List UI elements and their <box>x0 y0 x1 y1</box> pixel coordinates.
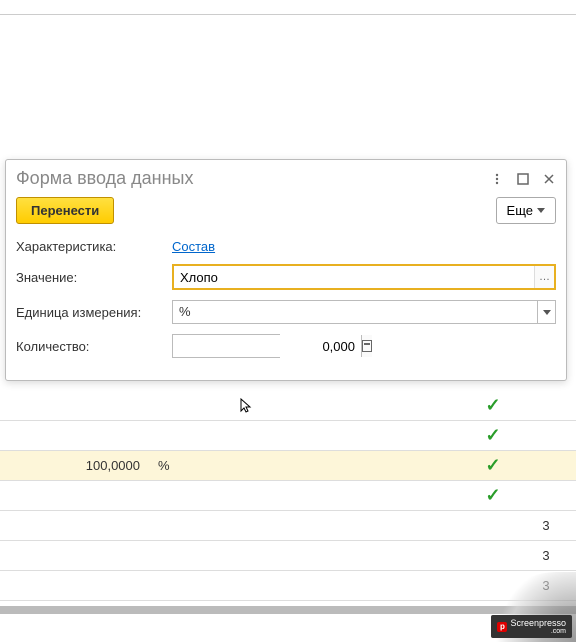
calculator-icon <box>362 340 372 352</box>
cell-right: 3 <box>516 548 576 563</box>
check-icon: ✓ <box>485 425 500 446</box>
more-button[interactable]: Еще <box>496 197 556 224</box>
background-grid: ✓✓100,0000%✓✓333 <box>0 391 576 601</box>
dialog-title: Форма ввода данных <box>16 168 490 189</box>
check-icon: ✓ <box>485 485 500 506</box>
watermark: p Screenpresso.com <box>456 592 576 642</box>
data-entry-dialog: Форма ввода данных Перенести Еще Характе… <box>5 159 567 381</box>
watermark-text: Screenpresso.com <box>510 618 566 635</box>
table-row[interactable]: ✓ <box>0 421 576 451</box>
unit-select[interactable]: % <box>172 300 556 324</box>
watermark-badge: p Screenpresso.com <box>491 615 572 638</box>
quantity-row: Количество: <box>6 329 566 363</box>
characteristic-link[interactable]: Состав <box>172 239 215 254</box>
more-button-label: Еще <box>507 203 533 218</box>
value-row: Значение: … <box>6 259 566 295</box>
quantity-input[interactable] <box>173 335 361 357</box>
table-row[interactable]: 3 <box>0 541 576 571</box>
calculator-button[interactable] <box>361 335 372 357</box>
characteristic-label: Характеристика: <box>16 239 172 254</box>
check-icon: ✓ <box>485 395 500 416</box>
quantity-input-wrap <box>172 334 280 358</box>
quantity-label: Количество: <box>16 339 172 354</box>
transfer-button[interactable]: Перенести <box>16 197 114 224</box>
value-select-button[interactable]: … <box>534 266 554 288</box>
table-row[interactable]: ✓ <box>0 391 576 421</box>
cell-unit: % <box>150 458 350 473</box>
table-row[interactable]: 3 <box>0 511 576 541</box>
table-row[interactable]: ✓ <box>0 481 576 511</box>
value-input[interactable] <box>174 266 534 288</box>
check-icon: ✓ <box>485 455 500 476</box>
cell-check: ✓ <box>470 485 516 506</box>
table-row[interactable]: 100,0000% ✓ <box>0 451 576 481</box>
toolbar: Перенести Еще <box>6 193 566 234</box>
cell-right: 3 <box>516 518 576 533</box>
menu-icon[interactable] <box>490 172 504 186</box>
value-label: Значение: <box>16 270 172 285</box>
value-input-wrap: … <box>172 264 556 290</box>
unit-row: Единица измерения: % <box>6 295 566 329</box>
window-controls <box>490 172 556 186</box>
cell-number: 100,0000 <box>0 458 150 473</box>
unit-label: Единица измерения: <box>16 305 172 320</box>
dialog-header: Форма ввода данных <box>6 160 566 193</box>
chevron-down-icon <box>537 208 545 213</box>
cell-check: ✓ <box>470 425 516 446</box>
chevron-down-icon <box>543 310 551 315</box>
maximize-icon[interactable] <box>516 172 530 186</box>
characteristic-row: Характеристика: Состав <box>6 234 566 259</box>
unit-dropdown-button[interactable] <box>537 301 555 323</box>
close-icon[interactable] <box>542 172 556 186</box>
watermark-logo: p <box>497 622 507 632</box>
cell-check: ✓ <box>470 455 516 476</box>
top-divider <box>0 14 576 15</box>
unit-value: % <box>173 301 537 323</box>
cell-check: ✓ <box>470 395 516 416</box>
